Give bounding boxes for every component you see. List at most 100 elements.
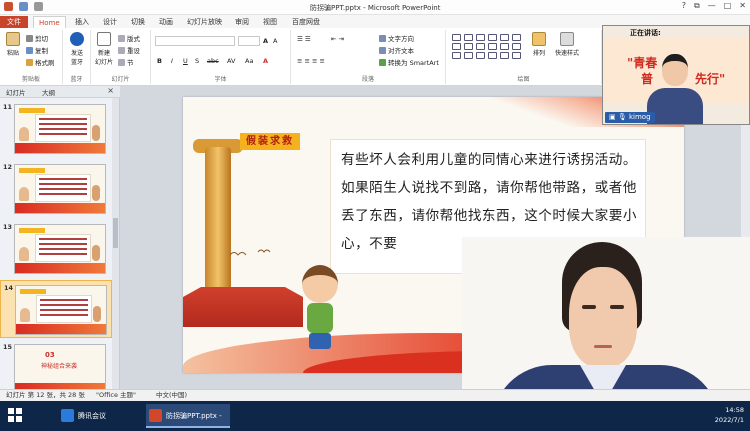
windows-taskbar: 腾讯会议 防拐骗PPT.pptx - ... 14:58 2022/7/1 bbox=[0, 401, 750, 431]
undo-icon[interactable] bbox=[34, 2, 43, 11]
tab-transitions[interactable]: 切换 bbox=[126, 16, 150, 28]
system-clock[interactable]: 14:58 2022/7/1 bbox=[715, 405, 744, 425]
brace-shape-icon[interactable] bbox=[464, 52, 473, 59]
align-text-button[interactable]: 对齐文本 bbox=[379, 46, 414, 56]
tab-insert[interactable]: 插入 bbox=[70, 16, 94, 28]
arrow-shape-icon[interactable] bbox=[488, 52, 497, 59]
rectangle-shape-icon[interactable] bbox=[464, 34, 473, 41]
oval-shape-icon[interactable] bbox=[512, 52, 521, 59]
arrow-shape-icon[interactable] bbox=[500, 34, 509, 41]
text-direction-button[interactable]: 文字方向 bbox=[379, 34, 414, 44]
rectangle-shape-icon[interactable] bbox=[452, 43, 461, 50]
pane-scrollbar[interactable] bbox=[112, 98, 119, 389]
triangle-shape-icon[interactable] bbox=[464, 43, 473, 50]
save-icon[interactable] bbox=[19, 2, 28, 11]
format-painter-button[interactable]: 格式刷 bbox=[26, 58, 55, 68]
tab-outline[interactable]: 大纲 bbox=[42, 87, 55, 97]
slide-thumbnail[interactable]: 11 bbox=[0, 100, 112, 158]
arrow-shape-icon[interactable] bbox=[500, 43, 509, 50]
maximize-icon[interactable]: □ bbox=[724, 1, 732, 11]
slide-preview bbox=[15, 285, 107, 335]
italic-icon[interactable]: I bbox=[171, 56, 173, 66]
line-shape-icon[interactable] bbox=[488, 43, 497, 50]
grow-font-icon[interactable]: A bbox=[263, 36, 268, 46]
windows-start-icon[interactable] bbox=[8, 408, 22, 422]
tab-slideshow[interactable]: 幻灯片放映 bbox=[182, 16, 227, 28]
tab-home[interactable]: Home bbox=[33, 16, 66, 28]
font-size-select[interactable] bbox=[238, 36, 260, 46]
clock-date: 2022/7/1 bbox=[714, 416, 744, 424]
rectangle-shape-icon[interactable] bbox=[452, 52, 461, 59]
line-shape-icon[interactable] bbox=[476, 43, 485, 50]
font-name-select[interactable] bbox=[155, 36, 235, 46]
line-shape-icon[interactable] bbox=[476, 34, 485, 41]
smartart-button[interactable]: 转换为 SmartArt bbox=[379, 58, 439, 68]
slides-group-label: 幻灯片 bbox=[111, 76, 130, 83]
bullets-icon[interactable]: ☰ ☰ bbox=[297, 34, 311, 44]
presenter-eye bbox=[582, 305, 596, 309]
tab-view[interactable]: 视图 bbox=[258, 16, 282, 28]
slide-preview: 03 神秘组合来袭 bbox=[14, 344, 106, 394]
shrink-font-icon[interactable]: A bbox=[273, 36, 277, 46]
language-status[interactable]: 中文(中国) bbox=[156, 390, 187, 401]
status-bar: 幻灯片 第 12 张，共 28 张 "Office 主题" 中文(中国) bbox=[0, 389, 750, 401]
bold-icon[interactable]: B bbox=[157, 56, 162, 66]
slide-thumbnail[interactable]: 13 bbox=[0, 220, 112, 278]
slides-group: 新建 幻灯片 版式 重设 节 幻灯片 bbox=[91, 30, 151, 84]
strikethrough-icon[interactable]: abc bbox=[207, 56, 219, 66]
copy-icon bbox=[26, 47, 33, 54]
arrange-icon bbox=[532, 32, 546, 46]
star-shape-icon[interactable] bbox=[512, 43, 521, 50]
quick-styles-button[interactable]: 快速样式 bbox=[552, 32, 582, 57]
help-icon[interactable]: ? bbox=[682, 1, 686, 11]
indent-icon[interactable]: ⇤ ⇥ bbox=[331, 34, 344, 44]
new-slide-button[interactable]: 新建 幻灯片 bbox=[93, 32, 115, 66]
arrow-shape-icon[interactable] bbox=[476, 52, 485, 59]
change-case-icon[interactable]: Aa bbox=[245, 56, 253, 66]
tab-animations[interactable]: 动画 bbox=[154, 16, 178, 28]
callout-shape-icon[interactable] bbox=[500, 52, 509, 59]
slide-heading-tag[interactable]: 假装求救 bbox=[240, 133, 300, 150]
tab-review[interactable]: 审阅 bbox=[230, 16, 254, 28]
rectangle-shape-icon[interactable] bbox=[452, 34, 461, 41]
layout-button[interactable]: 版式 bbox=[118, 34, 140, 44]
restore-icon[interactable]: ⧉ bbox=[694, 1, 700, 11]
cut-button[interactable]: 剪切 bbox=[26, 34, 48, 44]
taskbar-tencent-meeting[interactable]: 腾讯会议 bbox=[58, 404, 142, 428]
underline-icon[interactable]: U bbox=[183, 56, 188, 66]
microphone-icon: 🎙 bbox=[617, 113, 627, 121]
reset-button[interactable]: 重设 bbox=[118, 46, 140, 56]
slide-thumbnail-selected[interactable]: 14 bbox=[0, 280, 112, 338]
tab-baidu-netdisk[interactable]: 百度网盘 bbox=[287, 16, 325, 28]
slide-thumbnail[interactable]: 12 bbox=[0, 160, 112, 218]
slide-number: 13 bbox=[3, 223, 13, 231]
taskbar-powerpoint[interactable]: 防拐骗PPT.pptx - ... bbox=[146, 404, 230, 428]
text-direction-icon bbox=[379, 35, 386, 42]
drawing-group-label: 绘图 bbox=[517, 76, 530, 83]
close-pane-icon[interactable]: × bbox=[107, 86, 114, 95]
bluetooth-send-button[interactable]: 发送 蓝牙 bbox=[66, 32, 88, 66]
tencent-meeting-icon bbox=[61, 409, 74, 422]
close-icon[interactable]: ✕ bbox=[739, 1, 746, 11]
paste-button[interactable]: 粘贴 bbox=[2, 32, 24, 57]
pane-scroll-thumb[interactable] bbox=[113, 218, 118, 248]
tab-file[interactable]: 文件 bbox=[0, 16, 28, 28]
brush-icon bbox=[26, 59, 33, 66]
shadow-icon[interactable]: S bbox=[195, 56, 199, 66]
char-spacing-icon[interactable]: AV bbox=[227, 56, 235, 66]
arrange-button[interactable]: 排列 bbox=[528, 32, 550, 57]
font-color-icon[interactable]: A bbox=[263, 56, 268, 66]
oval-shape-icon[interactable] bbox=[512, 34, 521, 41]
slide-number: 11 bbox=[3, 103, 13, 111]
presenter-mouth bbox=[594, 345, 612, 348]
shapes-gallery[interactable] bbox=[452, 34, 522, 59]
paste-label: 粘贴 bbox=[6, 50, 19, 57]
align-icons[interactable]: ≡ ≡ ≡ ≡ bbox=[297, 56, 325, 66]
speaker-video-tile[interactable]: "青春 普 先行" ▣ 🎙 kimog bbox=[602, 25, 750, 125]
copy-button[interactable]: 复制 bbox=[26, 46, 48, 56]
tab-design[interactable]: 设计 bbox=[98, 16, 122, 28]
tab-slides[interactable]: 幻灯片 bbox=[6, 87, 26, 97]
line-shape-icon[interactable] bbox=[488, 34, 497, 41]
minimize-icon[interactable]: — bbox=[708, 1, 716, 11]
section-button[interactable]: 节 bbox=[118, 58, 134, 68]
